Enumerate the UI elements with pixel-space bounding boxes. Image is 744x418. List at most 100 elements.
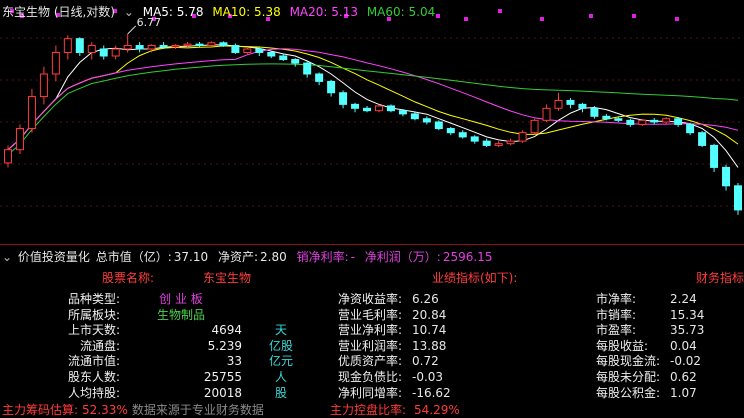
row-value: 2.24 <box>670 292 697 306</box>
info-row: 人均持股: 20018 股 <box>0 384 306 401</box>
candle-body <box>99 48 108 57</box>
row-label: 市盈率: <box>596 323 637 338</box>
candle-body <box>4 149 12 164</box>
candle-body <box>279 55 288 61</box>
candle <box>674 117 683 127</box>
candle <box>255 47 264 56</box>
candle-body <box>422 118 431 123</box>
candle-body <box>470 136 479 142</box>
control-ratio: 主力控盘比率: 54.29% <box>330 401 460 418</box>
row-value: 10.74 <box>412 323 447 338</box>
row-unit: 人 <box>274 370 287 384</box>
candle <box>195 42 204 47</box>
candle-body <box>63 38 72 53</box>
row-label: 流通市值: <box>67 354 120 369</box>
ma5-line <box>7 44 739 168</box>
info-row: 每股现金流: -0.02 <box>596 352 701 369</box>
candle <box>87 42 96 60</box>
collapse-icon[interactable]: ⌄ <box>2 250 12 264</box>
signal-mark <box>498 9 502 13</box>
row-value: 15.34 <box>670 307 705 322</box>
info-row: 净资收益率: 6.26 <box>338 290 439 307</box>
candle-body <box>578 103 587 109</box>
chip-value: 52.33% <box>82 403 128 417</box>
info-row: 每股公积金: 1.07 <box>596 384 697 401</box>
candle <box>303 60 312 78</box>
candle <box>458 130 467 139</box>
row-value: 0.04 <box>670 338 697 353</box>
candle-body <box>734 185 742 211</box>
candle-body <box>374 105 383 112</box>
row-value: 33 <box>226 354 242 369</box>
candle-body <box>554 99 563 109</box>
row-value: 生物制品 <box>156 307 205 322</box>
row-unit: 天 <box>274 323 287 338</box>
candle-body <box>15 128 24 151</box>
candle <box>4 145 12 168</box>
chip-label: 主力筹码估算: <box>2 403 79 417</box>
candle-body <box>291 59 300 64</box>
row-label: 每股未分配: <box>596 370 661 384</box>
candle-body <box>410 113 419 120</box>
candle <box>446 126 455 136</box>
info-row: 流通市值: 33 亿元 <box>0 352 306 369</box>
candle-body <box>494 143 503 146</box>
candle <box>75 37 84 56</box>
candle <box>734 183 742 215</box>
mkt-cap-value: 37.10 <box>173 250 209 264</box>
fin-header: 财务指标 <box>696 271 744 285</box>
candle <box>15 124 24 155</box>
info-row: 上市天数: 4694 天 <box>0 321 306 338</box>
row-value: 4694 <box>211 323 242 338</box>
candles <box>4 33 742 215</box>
candle <box>590 105 599 119</box>
candle-body <box>135 45 144 50</box>
candle-body <box>27 96 36 130</box>
candle <box>171 44 180 49</box>
row-value: 5.239 <box>207 338 242 353</box>
candle <box>530 118 539 135</box>
row-value: 1.07 <box>670 385 697 400</box>
candle <box>279 53 288 61</box>
row-value: 0.62 <box>670 370 697 384</box>
info-row: 营业净利率: 10.74 <box>338 321 446 338</box>
candle <box>327 79 336 97</box>
candle <box>315 72 324 86</box>
candle <box>566 98 575 109</box>
row-label: 现金负债比: <box>338 370 403 384</box>
candle-body <box>111 48 120 57</box>
panel-title-bar: ⌄ 价值投资量化 总市值（亿）: 37.10 净资产: 2.80 销净利率: - 净利… <box>2 248 494 265</box>
kline-chart[interactable]: 6.77 <box>0 0 744 245</box>
row-label: 净利同增率: <box>338 385 403 400</box>
candle-body <box>386 105 395 112</box>
candle-body <box>183 43 192 47</box>
signal-mark <box>540 17 544 21</box>
info-row: 净利同增率: -16.62 <box>338 384 451 401</box>
candle <box>506 138 515 146</box>
info-row: 每股未分配: 0.62 <box>596 368 697 385</box>
row-label: 市销率: <box>596 307 637 322</box>
candle <box>291 58 300 67</box>
candle <box>231 43 240 54</box>
candle-body <box>255 48 264 53</box>
chevron-down-icon[interactable]: ⌄ <box>124 5 134 19</box>
row-unit: 股 <box>274 385 287 400</box>
candle-body <box>566 99 575 105</box>
info-row: 营业利润率: 13.88 <box>338 337 446 354</box>
candle <box>386 104 395 113</box>
info-row: 每股收益: 0.04 <box>596 337 697 354</box>
info-row: 流通盘: 5.239 亿股 <box>0 337 306 354</box>
candle-body <box>434 121 443 130</box>
row-value: 13.88 <box>412 338 447 353</box>
panel-divider <box>0 244 744 245</box>
row-value: -0.02 <box>670 354 702 369</box>
chip-estimate: 主力筹码估算: 52.33% 数据来源于专业财务数据 <box>2 401 264 418</box>
candle-body <box>650 119 659 123</box>
candle-body <box>530 119 539 134</box>
row-label: 市净率: <box>596 292 637 306</box>
candle <box>434 120 443 131</box>
row-label: 所属板块: <box>67 307 120 322</box>
ma60-label: MA60: 5.04 <box>366 5 436 19</box>
row-label: 营业毛利率: <box>338 307 403 322</box>
candle-body <box>506 140 515 145</box>
